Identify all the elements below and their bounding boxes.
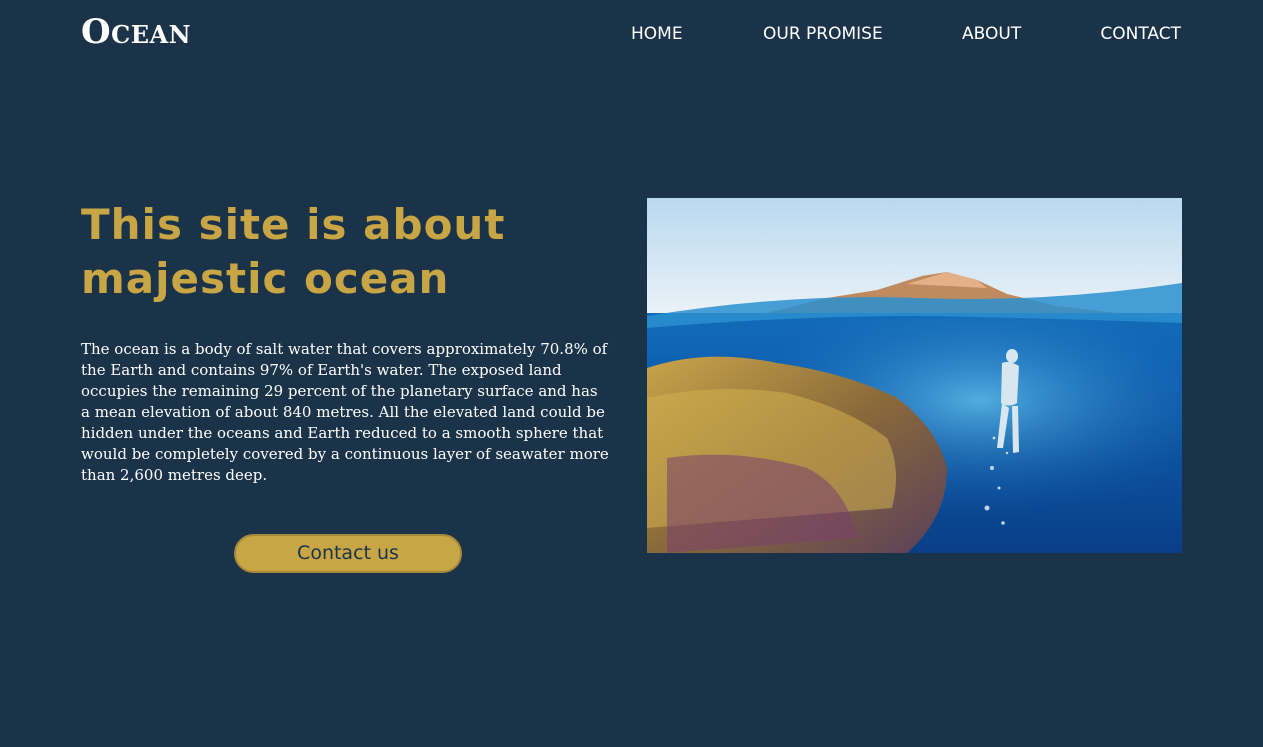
nav-home-link[interactable]: HOME bbox=[631, 22, 683, 46]
hero-title: This site is about majestic ocean bbox=[81, 200, 506, 303]
nav-about-link[interactable]: ABOUT bbox=[962, 22, 1021, 46]
main-nav: HOME OUR PROMISE ABOUT CONTACT bbox=[0, 22, 1263, 46]
contact-us-button[interactable]: Contact us bbox=[234, 534, 462, 573]
hero-description: The ocean is a body of salt water that c… bbox=[81, 340, 609, 484]
site-header: Ocean HOME OUR PROMISE ABOUT CONTACT bbox=[0, 0, 1263, 70]
nav-our-promise-link[interactable]: OUR PROMISE bbox=[763, 22, 883, 46]
ocean-hero-image bbox=[647, 198, 1182, 553]
nav-contact-link[interactable]: CONTACT bbox=[1100, 22, 1181, 46]
